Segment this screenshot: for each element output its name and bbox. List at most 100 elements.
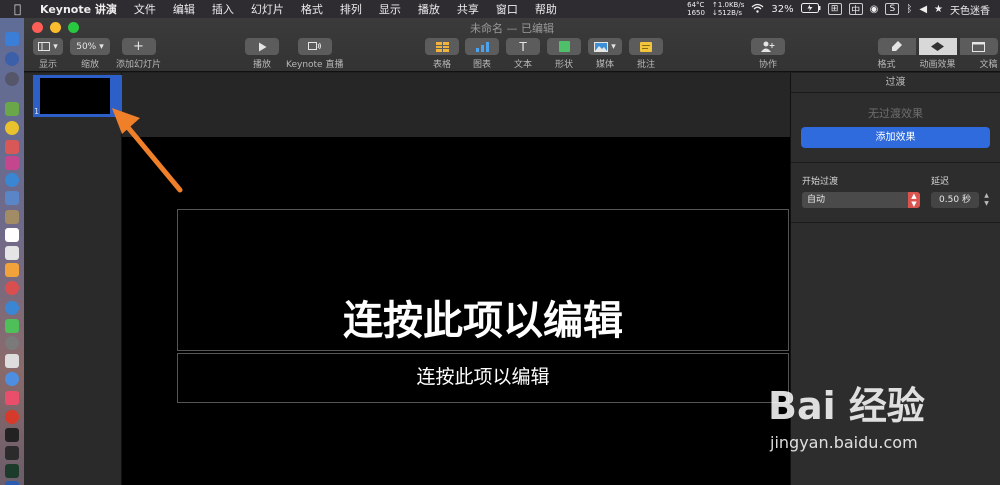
network-monitor[interactable]: ↑1.0KB/s ↓512B/s xyxy=(712,1,744,17)
system-prefs-icon[interactable] xyxy=(5,336,19,350)
launchpad-icon[interactable] xyxy=(5,72,19,86)
shape-tool[interactable]: 形状 xyxy=(547,38,581,70)
media-tool[interactable]: ▾ 媒体 xyxy=(588,38,622,70)
activity-monitor-icon[interactable] xyxy=(5,446,19,460)
siri-icon[interactable] xyxy=(5,52,19,66)
s-app-icon[interactable]: S xyxy=(885,3,900,15)
safari-icon[interactable] xyxy=(5,173,19,187)
menu-window[interactable]: 窗口 xyxy=(496,1,518,17)
slide-thumbnail[interactable] xyxy=(40,78,110,114)
wechat-icon[interactable] xyxy=(5,319,19,333)
collaborate-button[interactable] xyxy=(751,38,785,55)
start-transition-select[interactable]: 自动 ▲ ▼ xyxy=(802,192,920,208)
chart-tool[interactable]: 图表 xyxy=(465,38,499,70)
vpn-icon[interactable] xyxy=(5,481,19,485)
terminal-icon[interactable] xyxy=(5,428,19,442)
media-icon xyxy=(594,41,609,52)
app-icon[interactable] xyxy=(5,156,19,170)
menu-insert[interactable]: 插入 xyxy=(212,1,234,17)
wifi-icon[interactable] xyxy=(751,3,764,16)
fan-readout: 1650 xyxy=(687,9,705,17)
comment-tool[interactable]: 批注 xyxy=(629,38,663,70)
net-up-readout: ↑1.0KB/s xyxy=(711,1,745,9)
preview-icon[interactable] xyxy=(5,354,19,368)
media-button[interactable]: ▾ xyxy=(588,38,622,55)
add-slide-button[interactable]: + xyxy=(121,38,156,55)
stepper-arrows-icon[interactable]: ▲ ▼ xyxy=(982,192,991,208)
keynote-live-tool[interactable]: Keynote 直播 xyxy=(286,38,343,70)
apple-icon[interactable]:  xyxy=(14,2,28,16)
mail-icon[interactable] xyxy=(5,191,19,205)
menu-file[interactable]: 文件 xyxy=(134,1,156,17)
menu-format[interactable]: 格式 xyxy=(301,1,323,17)
menu-play[interactable]: 播放 xyxy=(418,1,440,17)
app-blue-icon[interactable] xyxy=(5,301,19,315)
chart-label: 图表 xyxy=(472,60,491,70)
notes-icon[interactable] xyxy=(5,210,19,224)
grid-icon[interactable]: ⊞ xyxy=(827,3,842,15)
table-tool[interactable]: 表格 xyxy=(425,38,459,70)
title-placeholder[interactable]: 连按此项以编辑 xyxy=(177,209,789,351)
zoom-tool[interactable]: 50% ▾ 缩放 xyxy=(70,38,110,70)
table-button[interactable] xyxy=(425,38,459,55)
animate-tab[interactable] xyxy=(918,38,957,55)
view-tool[interactable]: ▾ 显示 xyxy=(33,38,63,70)
input-method-icon[interactable]: 中 xyxy=(848,3,863,16)
finder-icon[interactable] xyxy=(5,32,19,46)
subtitle-placeholder[interactable]: 连按此项以编辑 xyxy=(177,353,789,403)
shape-button[interactable] xyxy=(547,38,581,55)
keynote-live-button[interactable] xyxy=(297,38,332,55)
zoom-select[interactable]: 50% ▾ xyxy=(70,38,110,55)
battery-icon[interactable] xyxy=(800,2,821,16)
add-effect-button[interactable]: 添加效果 xyxy=(801,127,990,148)
collaborate-tool[interactable]: 协作 xyxy=(751,38,785,70)
status-area: 64°C 1650 ↑1.0KB/s ↓512B/s 32% ⊞ 中 ◉ S ᛒ… xyxy=(687,0,990,18)
star-icon[interactable]: ★ xyxy=(934,4,943,15)
no-transition-text: 无过渡效果 xyxy=(868,107,923,120)
text-tool[interactable]: T 文本 xyxy=(506,38,540,70)
reminders-icon[interactable] xyxy=(5,246,19,260)
title-text: 连按此项以编辑 xyxy=(343,298,623,344)
app-red-icon[interactable] xyxy=(5,281,19,295)
android-icon[interactable] xyxy=(5,102,19,116)
menu-help[interactable]: 帮助 xyxy=(535,1,557,17)
music-icon[interactable] xyxy=(5,372,19,386)
updown-icon: ▲ ▼ xyxy=(908,192,920,208)
menu-view[interactable]: 显示 xyxy=(379,1,401,17)
delay-value[interactable]: 0.50 秒 xyxy=(931,192,979,208)
delay-stepper[interactable]: 0.50 秒 ▲ ▼ xyxy=(931,192,991,208)
format-tab[interactable] xyxy=(877,38,916,55)
system-monitor[interactable]: 64°C 1650 xyxy=(687,1,705,17)
photos-icon[interactable] xyxy=(5,263,19,277)
comment-button[interactable] xyxy=(629,38,663,55)
watermark: Bai 经验 jingyan.baidu.com xyxy=(768,375,988,465)
vivaldi-icon[interactable] xyxy=(5,410,19,424)
user-name[interactable]: 天色迷香 xyxy=(950,2,990,17)
add-slide-label: 添加幻灯片 xyxy=(116,60,162,70)
console-icon[interactable] xyxy=(5,464,19,478)
play-tool[interactable]: 播放 xyxy=(245,38,279,70)
menu-edit[interactable]: 编辑 xyxy=(173,1,195,17)
dock xyxy=(0,18,24,485)
text-button[interactable]: T xyxy=(506,38,540,55)
slide[interactable]: 连按此项以编辑 连按此项以编辑 xyxy=(122,137,790,485)
menu-share[interactable]: 共享 xyxy=(457,1,479,17)
add-slide-tool[interactable]: + 添加幻灯片 xyxy=(116,38,161,70)
document-label: 文稿 xyxy=(979,60,998,70)
calendar-date-icon[interactable] xyxy=(5,228,19,242)
eye-icon[interactable]: ◉ xyxy=(870,4,879,15)
bluetooth-icon[interactable]: ᛒ xyxy=(906,4,912,15)
volume-icon[interactable]: ◀ xyxy=(919,4,927,15)
chart-button[interactable] xyxy=(465,38,499,55)
chevron-down-icon: ▾ xyxy=(53,41,58,52)
play-button[interactable] xyxy=(245,38,279,55)
plus-icon: + xyxy=(133,39,144,54)
itunes-icon[interactable] xyxy=(5,391,19,405)
menu-arrange[interactable]: 排列 xyxy=(340,1,362,17)
chrome-icon[interactable] xyxy=(5,121,19,135)
menu-slide[interactable]: 幻灯片 xyxy=(251,1,284,17)
menu-app[interactable]: Keynote 讲演 xyxy=(40,1,117,17)
calendar-icon[interactable] xyxy=(5,140,19,154)
document-tab[interactable] xyxy=(959,38,998,55)
view-button[interactable]: ▾ xyxy=(33,38,63,55)
